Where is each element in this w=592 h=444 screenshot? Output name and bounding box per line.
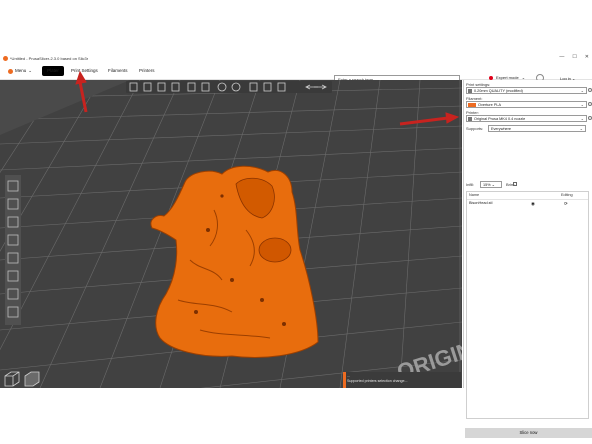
annotation-arrows: [75, 70, 460, 126]
arrow-head-icon: [75, 70, 87, 85]
arrow-to-print-settings: [78, 81, 88, 113]
arrow-to-printer-select: [399, 116, 449, 126]
arrow-head-icon: [445, 112, 460, 124]
